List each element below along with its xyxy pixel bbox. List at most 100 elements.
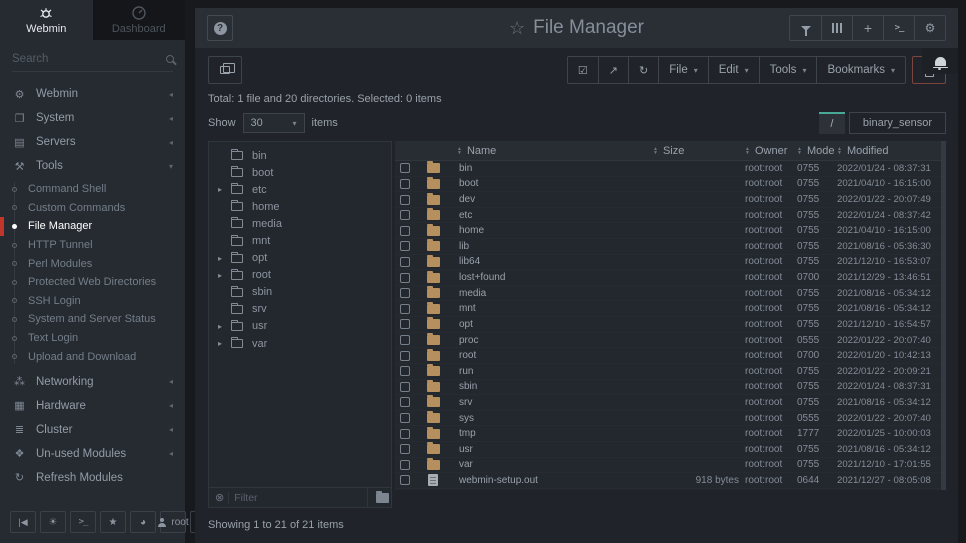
file-name[interactable]: sys — [457, 413, 653, 424]
sidebar-menu-item[interactable]: ⚒ Tools ▾ — [0, 154, 185, 178]
file-name[interactable]: tmp — [457, 428, 653, 439]
file-name[interactable]: usr — [457, 444, 653, 455]
settings-button[interactable]: ⚙ — [914, 16, 945, 40]
file-name[interactable]: opt — [457, 319, 653, 330]
column-name[interactable]: ▲▼Name — [457, 145, 653, 157]
tree-item[interactable]: ▸ etc — [209, 181, 391, 198]
file-name[interactable]: webmin-setup.out — [457, 475, 653, 486]
add-button[interactable]: + — [852, 16, 883, 40]
row-checkbox[interactable] — [400, 195, 410, 205]
table-row[interactable]: etc root:root 0755 2022/01/24 - 08:37:42 — [395, 208, 941, 224]
table-row[interactable]: lib root:root 0755 2021/08/16 - 05:36:30 — [395, 239, 941, 255]
sidebar-submenu-item[interactable]: Custom Commands — [0, 199, 185, 218]
file-name[interactable]: etc — [457, 210, 653, 221]
file-name[interactable]: lib — [457, 241, 653, 252]
tree-item[interactable]: ▸ usr — [209, 318, 391, 335]
filter-button[interactable] — [790, 16, 821, 40]
row-checkbox[interactable] — [400, 319, 410, 329]
row-checkbox[interactable] — [400, 397, 410, 407]
expand-caret-icon[interactable]: ▸ — [218, 271, 229, 280]
language-button[interactable]: ◕ — [130, 511, 156, 533]
file-name[interactable]: lib64 — [457, 256, 653, 267]
file-name[interactable]: home — [457, 225, 653, 236]
sidebar-menu-item[interactable]: ⚙ Webmin ◂ — [0, 82, 185, 106]
row-checkbox[interactable] — [400, 210, 410, 220]
column-mode[interactable]: ▲▼Mode — [797, 145, 837, 157]
tree-item[interactable]: ▸ root — [209, 267, 391, 284]
file-name[interactable]: lost+found — [457, 272, 653, 283]
row-checkbox[interactable] — [400, 366, 410, 376]
row-checkbox[interactable] — [400, 241, 410, 251]
menu-tools[interactable]: Tools▾ — [759, 57, 817, 83]
select-all-button[interactable]: ☑ — [568, 57, 598, 83]
row-checkbox[interactable] — [400, 179, 410, 189]
row-checkbox[interactable] — [400, 413, 410, 423]
row-checkbox[interactable] — [400, 288, 410, 298]
row-checkbox[interactable] — [400, 460, 410, 470]
breadcrumb-path[interactable]: binary_sensor — [849, 112, 946, 134]
user-button[interactable]: root — [160, 511, 186, 533]
tree-item[interactable]: ▸ bin — [209, 147, 391, 164]
file-name[interactable]: var — [457, 459, 653, 470]
table-row[interactable]: home root:root 0755 2021/04/10 - 16:15:0… — [395, 223, 941, 239]
table-row[interactable]: var root:root 0755 2021/12/10 - 17:01:55 — [395, 458, 941, 474]
collapse-sidebar-button[interactable]: |◀ — [10, 511, 36, 533]
page-size-select[interactable]: 30 ▾ — [243, 113, 305, 133]
table-row[interactable]: webmin-setup.out 918 bytes root:root 064… — [395, 473, 941, 489]
table-row[interactable]: bin root:root 0755 2022/01/24 - 08:37:31 — [395, 161, 941, 177]
table-row[interactable]: boot root:root 0755 2021/04/10 - 16:15:0… — [395, 177, 941, 193]
tree-item[interactable]: ▸ home — [209, 198, 391, 215]
file-name[interactable]: root — [457, 350, 653, 361]
tree-item[interactable]: ▸ mnt — [209, 232, 391, 249]
tree-item[interactable]: ▸ media — [209, 215, 391, 232]
breadcrumb-root-button[interactable]: / — [819, 112, 845, 134]
table-row[interactable]: sbin root:root 0755 2022/01/24 - 08:37:3… — [395, 380, 941, 396]
row-checkbox[interactable] — [400, 444, 410, 454]
terminal-button[interactable]: >_ — [883, 16, 914, 40]
menu-edit[interactable]: Edit▾ — [708, 57, 759, 83]
sidebar-submenu-item[interactable]: Upload and Download — [0, 347, 185, 366]
expand-caret-icon[interactable]: ▸ — [218, 339, 229, 348]
row-checkbox[interactable] — [400, 273, 410, 283]
table-row[interactable]: opt root:root 0755 2021/12/10 - 16:54:57 — [395, 317, 941, 333]
row-checkbox[interactable] — [400, 163, 410, 173]
row-checkbox[interactable] — [400, 429, 410, 439]
row-checkbox[interactable] — [400, 304, 410, 314]
table-row[interactable]: media root:root 0755 2021/08/16 - 05:34:… — [395, 286, 941, 302]
shell-button[interactable]: >_ — [70, 511, 96, 533]
sidebar-submenu-item[interactable]: File Manager — [0, 217, 185, 236]
table-row[interactable]: dev root:root 0755 2022/01/22 - 20:07:49 — [395, 192, 941, 208]
favorite-star-icon[interactable]: ☆ — [509, 18, 525, 39]
menu-bookmarks[interactable]: Bookmarks▾ — [816, 57, 905, 83]
scrollbar-thumb[interactable] — [941, 141, 946, 490]
search-input[interactable] — [12, 53, 166, 65]
table-row[interactable]: root root:root 0700 2022/01/20 - 10:42:1… — [395, 348, 941, 364]
tree-item[interactable]: ▸ sbin — [209, 284, 391, 301]
file-name[interactable]: run — [457, 366, 653, 377]
sidebar-menu-item[interactable]: ❐ System ◂ — [0, 106, 185, 130]
file-name[interactable]: mnt — [457, 303, 653, 314]
sidebar-submenu-item[interactable]: Text Login — [0, 329, 185, 348]
tree-item[interactable]: ▸ boot — [209, 164, 391, 181]
open-in-button[interactable]: ↗ — [598, 57, 628, 83]
row-checkbox[interactable] — [400, 335, 410, 345]
row-checkbox[interactable] — [400, 382, 410, 392]
file-name[interactable]: sbin — [457, 381, 653, 392]
column-modified[interactable]: ▲▼Modified — [837, 145, 937, 157]
sidebar-submenu-item[interactable]: Command Shell — [0, 180, 185, 199]
table-row[interactable]: srv root:root 0755 2021/08/16 - 05:34:12 — [395, 395, 941, 411]
tab-webmin[interactable]: Webmin — [0, 0, 93, 40]
sidebar-menu-item[interactable]: ▦ Hardware ◂ — [0, 394, 185, 418]
file-name[interactable]: dev — [457, 194, 653, 205]
table-row[interactable]: sys root:root 0555 2022/01/22 - 20:07:40 — [395, 411, 941, 427]
row-checkbox[interactable] — [400, 257, 410, 267]
column-owner[interactable]: ▲▼Owner — [745, 145, 797, 157]
tree-filter-input[interactable] — [229, 492, 367, 504]
expand-caret-icon[interactable]: ▸ — [218, 185, 229, 194]
column-size[interactable]: ▲▼Size — [653, 145, 745, 157]
sidebar-menu-item[interactable]: ❖ Un-used Modules ◂ — [0, 442, 185, 466]
tree-item[interactable]: ▸ opt — [209, 250, 391, 267]
expand-caret-icon[interactable]: ▸ — [218, 322, 229, 331]
table-scrollbar[interactable] — [941, 141, 946, 490]
file-name[interactable]: srv — [457, 397, 653, 408]
